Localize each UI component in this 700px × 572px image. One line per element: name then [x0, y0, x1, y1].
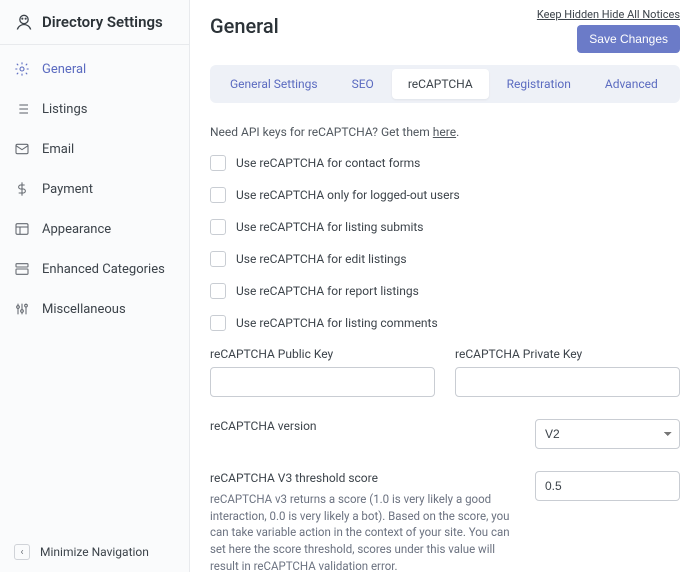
tabs: General Settings SEO reCAPTCHA Registrat…: [210, 65, 680, 103]
check-listing-submits: Use reCAPTCHA for listing submits: [210, 219, 680, 235]
main: General Keep Hidden Hide All Notices Sav…: [190, 0, 700, 572]
hide-notices-link[interactable]: Keep Hidden Hide All Notices: [537, 8, 680, 21]
layout-icon: [14, 221, 30, 237]
threshold-description: reCAPTCHA v3 returns a score (1.0 is ver…: [210, 491, 515, 572]
check-label: Use reCAPTCHA for contact forms: [236, 156, 420, 170]
private-key-input[interactable]: [455, 367, 680, 397]
checkbox-logged-out[interactable]: [210, 187, 226, 203]
sidebar: Directory Settings General Listings Emai…: [0, 0, 190, 572]
check-label: Use reCAPTCHA for listing comments: [236, 316, 438, 330]
sliders-icon: [14, 301, 30, 317]
tab-registration[interactable]: Registration: [491, 69, 587, 99]
sidebar-item-label: Miscellaneous: [42, 302, 126, 317]
sidebar-item-label: Email: [42, 142, 74, 157]
sidebar-item-general[interactable]: General: [0, 49, 189, 89]
app-logo-icon: [14, 12, 34, 32]
chevron-left-icon: ‹: [14, 544, 30, 560]
check-label: Use reCAPTCHA only for logged-out users: [236, 188, 460, 202]
tab-recaptcha[interactable]: reCAPTCHA: [392, 69, 489, 99]
sidebar-item-payment[interactable]: Payment: [0, 169, 189, 209]
sidebar-item-listings[interactable]: Listings: [0, 89, 189, 129]
app-title: Directory Settings: [42, 13, 163, 31]
gear-icon: [14, 61, 30, 77]
sidebar-item-miscellaneous[interactable]: Miscellaneous: [0, 289, 189, 329]
api-note-prefix: Need API keys for reCAPTCHA? Get them: [210, 125, 433, 139]
checkbox-contact-forms[interactable]: [210, 155, 226, 171]
categories-icon: [14, 261, 30, 277]
threshold-input[interactable]: [535, 471, 680, 501]
check-logged-out: Use reCAPTCHA only for logged-out users: [210, 187, 680, 203]
tab-seo[interactable]: SEO: [336, 69, 390, 99]
list-icon: [14, 101, 30, 117]
version-label: reCAPTCHA version: [210, 419, 515, 433]
check-label: Use reCAPTCHA for edit listings: [236, 252, 407, 266]
check-label: Use reCAPTCHA for report listings: [236, 284, 419, 298]
api-note-suffix: .: [456, 125, 459, 139]
threshold-label: reCAPTCHA V3 threshold score: [210, 471, 515, 485]
checkbox-edit-listings[interactable]: [210, 251, 226, 267]
page-title: General: [210, 14, 279, 38]
checkbox-report-listings[interactable]: [210, 283, 226, 299]
sidebar-item-label: Listings: [42, 102, 87, 117]
sidebar-item-label: General: [42, 62, 86, 77]
sidebar-item-label: Appearance: [42, 222, 111, 237]
public-key-input[interactable]: [210, 367, 435, 397]
sidebar-item-enhanced-categories[interactable]: Enhanced Categories: [0, 249, 189, 289]
sidebar-item-label: Enhanced Categories: [42, 262, 165, 277]
private-key-label: reCAPTCHA Private Key: [455, 347, 680, 361]
tab-advanced[interactable]: Advanced: [589, 69, 674, 99]
mail-icon: [14, 141, 30, 157]
checkbox-listing-comments[interactable]: [210, 315, 226, 331]
save-changes-top-button[interactable]: Save Changes: [577, 25, 680, 53]
content: General Settings SEO reCAPTCHA Registrat…: [190, 65, 700, 572]
api-keys-note: Need API keys for reCAPTCHA? Get them he…: [210, 125, 680, 139]
sidebar-item-email[interactable]: Email: [0, 129, 189, 169]
check-report-listings: Use reCAPTCHA for report listings: [210, 283, 680, 299]
minimize-label: Minimize Navigation: [40, 545, 149, 559]
topbar: General Keep Hidden Hide All Notices Sav…: [190, 0, 700, 65]
sidebar-item-label: Payment: [42, 182, 93, 197]
version-select[interactable]: V2: [535, 419, 680, 449]
check-listing-comments: Use reCAPTCHA for listing comments: [210, 315, 680, 331]
tab-general-settings[interactable]: General Settings: [214, 69, 334, 99]
sidebar-item-appearance[interactable]: Appearance: [0, 209, 189, 249]
checkbox-listing-submits[interactable]: [210, 219, 226, 235]
check-label: Use reCAPTCHA for listing submits: [236, 220, 424, 234]
dollar-icon: [14, 181, 30, 197]
public-key-label: reCAPTCHA Public Key: [210, 347, 435, 361]
minimize-nav-button[interactable]: ‹ Minimize Navigation: [0, 532, 189, 572]
sidebar-nav: General Listings Email Payment Appearanc…: [0, 45, 189, 532]
sidebar-header: Directory Settings: [0, 0, 189, 45]
check-contact-forms: Use reCAPTCHA for contact forms: [210, 155, 680, 171]
api-keys-link[interactable]: here: [433, 125, 456, 139]
check-edit-listings: Use reCAPTCHA for edit listings: [210, 251, 680, 267]
